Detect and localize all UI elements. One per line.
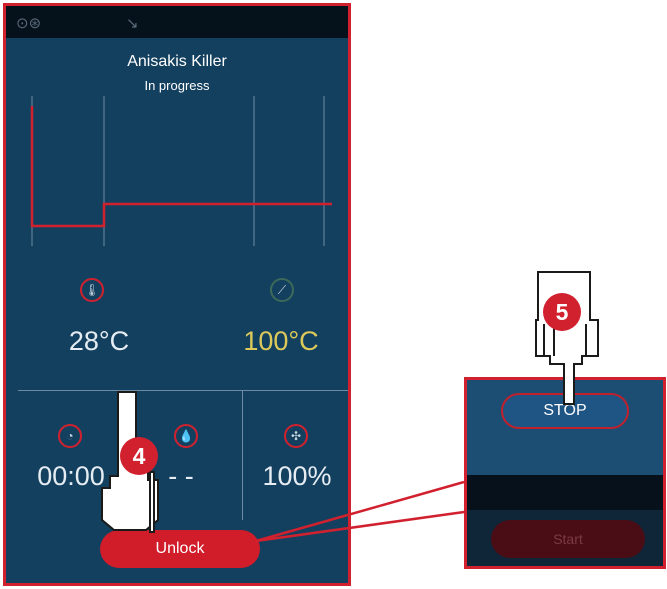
inset-dark-band — [467, 475, 663, 510]
pointing-hand-icon — [535, 271, 599, 405]
start-button[interactable]: Start — [491, 520, 645, 558]
step-badge-5: 5 — [543, 293, 581, 331]
step-badge-4: 4 — [120, 437, 158, 475]
